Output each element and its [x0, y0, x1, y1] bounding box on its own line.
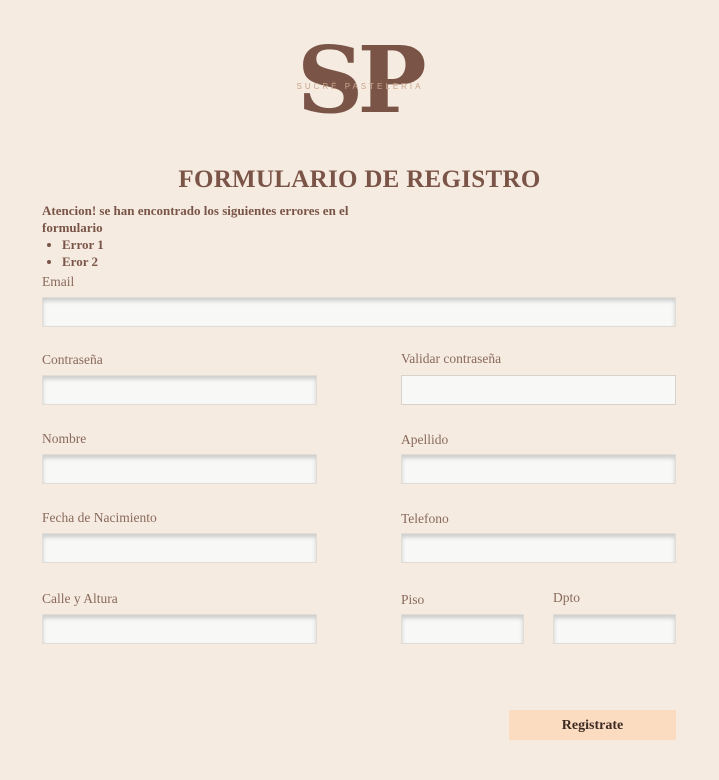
last-name-label: Apellido [401, 432, 449, 447]
floor-field[interactable] [401, 614, 524, 644]
error-summary: Atencion! se han encontrado los siguient… [42, 202, 402, 270]
error-item: Eror 2 [62, 253, 402, 270]
logo-subtitle: SUCRÉ PASTELERIA [296, 82, 424, 91]
page-title: FORMULARIO DE REGISTRO [178, 166, 541, 193]
first-name-label: Nombre [42, 431, 87, 446]
floor-label: Piso [401, 592, 425, 607]
street-label: Calle y Altura [42, 591, 118, 606]
birth-date-label: Fecha de Nacimiento [42, 510, 157, 525]
confirm-password-field[interactable] [401, 375, 676, 405]
register-button[interactable]: Registrate [509, 710, 676, 740]
apartment-label: Dpto [553, 590, 580, 605]
phone-label: Telefono [401, 511, 449, 526]
email-label: Email [42, 274, 75, 289]
street-field[interactable] [42, 614, 317, 644]
password-label: Contraseña [42, 352, 103, 367]
last-name-field[interactable] [401, 454, 676, 484]
logo-monogram: SP [297, 26, 427, 134]
first-name-field[interactable] [42, 454, 317, 484]
apartment-field[interactable] [553, 614, 676, 644]
confirm-password-label: Validar contraseña [401, 351, 502, 366]
error-message: Atencion! se han encontrado los siguient… [42, 203, 349, 235]
birth-date-field[interactable] [42, 533, 317, 563]
password-field[interactable] [42, 375, 317, 405]
email-field[interactable] [42, 297, 676, 327]
phone-field[interactable] [401, 533, 676, 563]
error-list: Error 1 Eror 2 [42, 236, 402, 270]
error-item: Error 1 [62, 236, 402, 253]
brand-logo: SP SUCRÉ PASTELERIA [279, 34, 441, 126]
